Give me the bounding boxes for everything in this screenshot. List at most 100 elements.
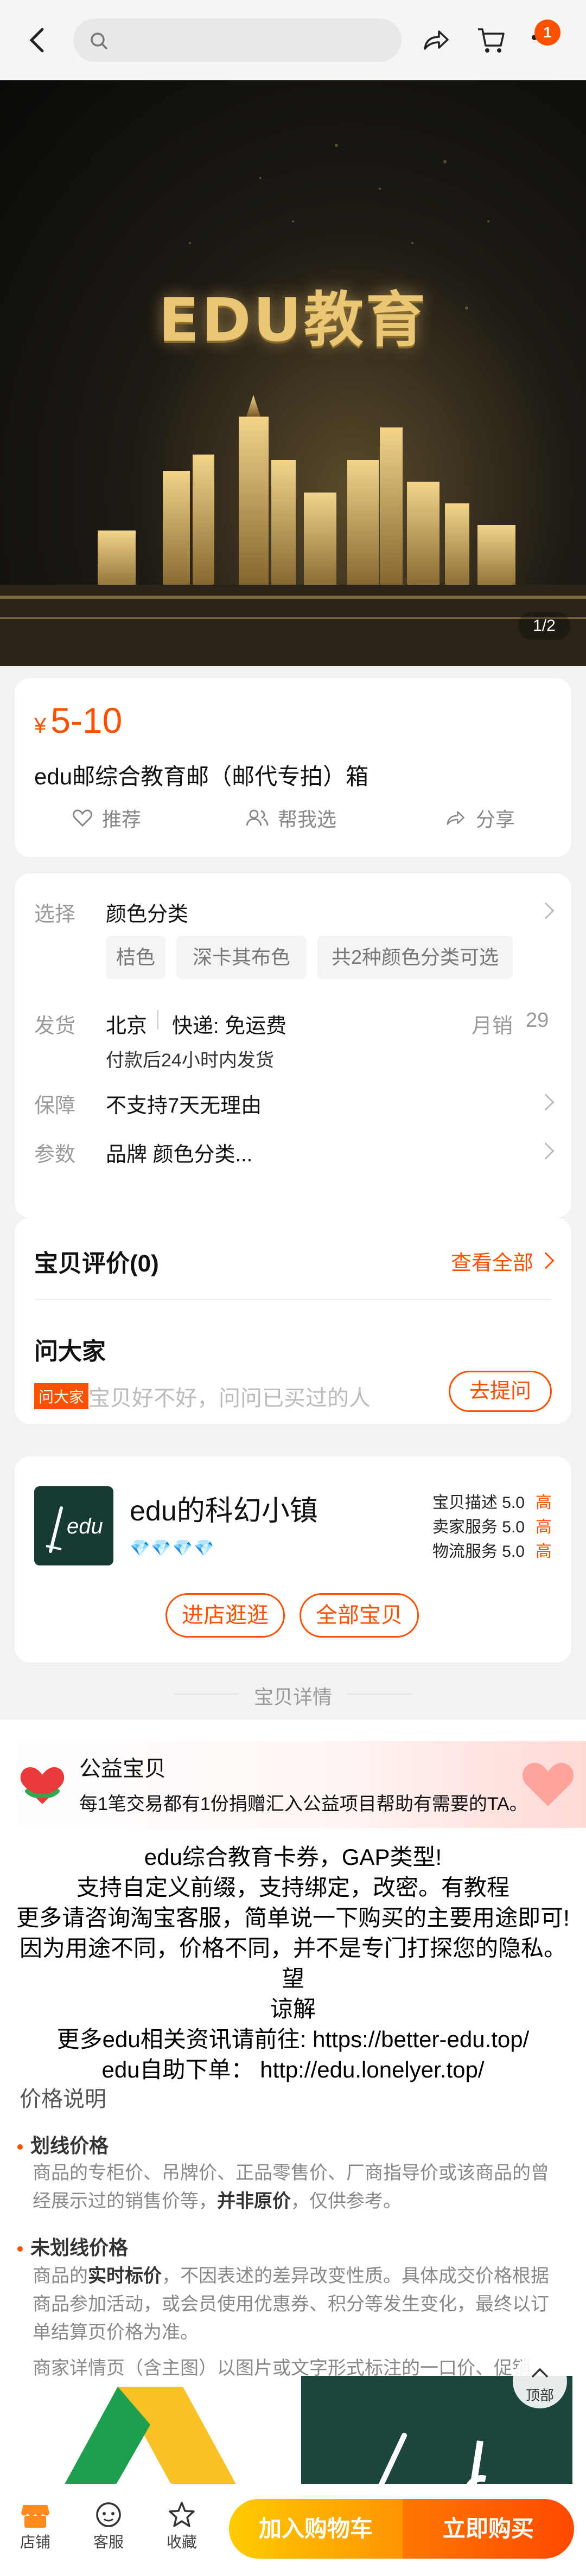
score-description: 宝贝描述 5.0 高 — [432, 1489, 552, 1513]
ship-time: 付款后24小时内发货 — [106, 1050, 274, 1071]
params-row[interactable]: 参数 品牌 颜色分类... — [15, 1131, 571, 1180]
score-value: 5.0 — [502, 1494, 525, 1512]
heart-icon — [73, 809, 92, 827]
specs-card: 选择 颜色分类 桔色 深卡其布色 共2种颜色分类可选 发货 北京 快递: 免运费… — [15, 873, 571, 1218]
current-price-text: 商品的实时标价，不因表述的差异改变性质。具体成交价格根据商品参加活动，或会员使用… — [33, 2262, 564, 2347]
qa-tag: 问大家 — [34, 1383, 89, 1409]
charity-description: 每1笔交易都有1份捐赠汇入公益项目帮助有需要的TA。 — [79, 1794, 528, 1814]
score-label: 宝贝描述 — [432, 1494, 498, 1512]
shop-card: edu edu的科幻小镇 💎💎💎💎 宝贝描述 5.0 高 卖家服务 5.0 高 物流… — [15, 1456, 571, 1663]
product-image[interactable]: EDU教育 — [0, 80, 586, 666]
all-products-button[interactable]: 全部宝贝 — [300, 1593, 419, 1638]
recommend-button[interactable]: 推荐 — [72, 804, 141, 832]
favorite-tab-label: 收藏 — [166, 2534, 197, 2551]
share-product-button[interactable]: 分享 — [443, 804, 515, 832]
ship-label: 发货 — [34, 1015, 76, 1038]
score-label: 物流服务 — [432, 1543, 498, 1561]
description-line: 更多请咨询淘宝客服，简单说一下购买的主要用途即可! — [16, 1905, 570, 1931]
service-tab[interactable]: 客服 — [79, 2499, 138, 2552]
explanation-bold: 实时标价 — [88, 2266, 162, 2286]
color-chips: 桔色 深卡其布色 共2种颜色分类可选 — [106, 936, 551, 979]
product-title: edu邮综合教育邮（邮代专拍）箱 — [34, 764, 369, 789]
share-label: 分享 — [476, 808, 515, 830]
sales-label: 月销 — [472, 1015, 513, 1038]
shop-logo[interactable]: edu — [34, 1486, 113, 1565]
add-to-cart-button[interactable]: 加入购物车 — [229, 2499, 403, 2559]
chevron-right-icon — [537, 1252, 555, 1269]
product-detail: 公益宝贝 每1笔交易都有1份捐赠汇入公益项目帮助有需要的TA。 edu综合教育卡… — [0, 1720, 586, 2509]
charity-heart-icon — [20, 1767, 65, 1804]
currency-symbol: ¥ — [34, 714, 47, 738]
chip-count[interactable]: 共2种颜色分类可选 — [317, 936, 513, 979]
score-level: 高 — [536, 1543, 552, 1561]
search-icon — [91, 33, 107, 49]
score-value: 5.0 — [502, 1518, 525, 1536]
sales-value: 29 — [526, 1009, 549, 1032]
back-button[interactable] — [24, 24, 51, 56]
ask-button[interactable]: 去提问 — [449, 1371, 552, 1412]
ship-city: 北京 — [106, 1015, 148, 1038]
select-label: 选择 — [34, 903, 76, 926]
shop-tab[interactable]: 店铺 — [5, 2499, 65, 2552]
image-counter: 1/2 — [518, 612, 570, 640]
description-text: edu综合教育卡券，GAP类型! 支持自定义前缀，支持绑定，改密。有教程 更多请… — [9, 1842, 577, 2085]
service-tab-label: 客服 — [93, 2534, 124, 2551]
recommend-label: 推荐 — [102, 808, 142, 830]
bottom-action-bar: 店铺 客服 收藏 加入购物车 立即购买 — [0, 2484, 586, 2576]
shop-tab-label: 店铺 — [20, 2534, 50, 2551]
help-choose-button[interactable]: 帮我选 — [245, 804, 336, 832]
search-input[interactable] — [73, 18, 402, 62]
favorite-tab[interactable]: 收藏 — [152, 2499, 212, 2552]
select-value: 颜色分类 — [106, 903, 189, 926]
divider — [347, 1693, 412, 1695]
explanation-text: ，仅供参考。 — [291, 2191, 402, 2211]
back-to-top-label: 顶部 — [525, 2387, 554, 2404]
customer-service-icon — [96, 2502, 121, 2527]
store-icon — [21, 2505, 49, 2528]
strikethrough-price-text: 商品的专柜价、吊牌价、正品零售价、厂商指导价或该商品的曾经展示过的销售价等，并非… — [33, 2159, 564, 2215]
guarantee-value: 不支持7天无理由 — [106, 1095, 262, 1117]
product-actions: 推荐 帮我选 分享 — [15, 804, 571, 836]
cart-button[interactable] — [475, 24, 507, 59]
shop-level-diamonds: 💎💎💎💎 — [130, 1539, 215, 1557]
cart-icon — [478, 28, 505, 53]
chevron-right-icon — [537, 902, 555, 919]
chevron-right-icon — [537, 1094, 555, 1111]
qa-hint: 宝贝好不好，问问已买过的人 — [88, 1386, 371, 1410]
select-row[interactable]: 选择 颜色分类 桔色 深卡其布色 共2种颜色分类可选 — [15, 873, 571, 979]
chevron-left-icon — [29, 28, 44, 53]
buy-now-button[interactable]: 立即购买 — [403, 2499, 574, 2559]
divider — [157, 1010, 158, 1030]
description-line: 因为用途不同，价格不同，并不是专门打探您的隐私。望 — [19, 1935, 566, 1991]
score-level: 高 — [536, 1494, 552, 1512]
heart-decoration-icon — [523, 1763, 574, 1806]
charity-title: 公益宝贝 — [79, 1757, 166, 1781]
arrow-up-icon — [531, 2368, 549, 2378]
view-all-link[interactable]: 查看全部 — [451, 1246, 533, 1276]
top-bar: 1 — [0, 0, 586, 80]
score-level: 高 — [536, 1518, 552, 1536]
description-line: 谅解 — [270, 1996, 316, 2022]
description-line[interactable]: edu自助下单： http://edu.lonelyer.top/ — [9, 2055, 577, 2085]
people-icon — [246, 809, 269, 826]
description-line: edu综合教育卡券，GAP类型! — [144, 1844, 442, 1870]
chip-khaki[interactable]: 深卡其布色 — [176, 936, 307, 979]
share-icon — [424, 30, 449, 50]
shop-name[interactable]: edu的科幻小镇 — [130, 1488, 318, 1529]
shop-logo-text: edu — [67, 1514, 103, 1538]
guarantee-row[interactable]: 保障 不支持7天无理由 — [15, 1082, 571, 1131]
current-price-heading: 未划线价格 — [17, 2232, 128, 2260]
score-value: 5.0 — [502, 1543, 525, 1561]
enter-shop-button[interactable]: 进店逛逛 — [165, 1593, 285, 1638]
detail-divider-label: 宝贝详情 — [253, 1686, 332, 1708]
description-line[interactable]: 更多edu相关资讯请前往: https://better-edu.top/ — [9, 2024, 577, 2055]
share-button[interactable] — [421, 25, 451, 58]
qa-title: 问大家 — [34, 1338, 106, 1365]
city-skyline-image — [0, 144, 586, 666]
score-logistics: 物流服务 5.0 高 — [432, 1538, 552, 1562]
divider — [34, 1299, 552, 1300]
charity-banner[interactable]: 公益宝贝 每1笔交易都有1份捐赠汇入公益项目帮助有需要的TA。 — [0, 1741, 586, 1828]
share-icon — [447, 811, 464, 825]
chip-orange[interactable]: 桔色 — [106, 936, 165, 979]
back-to-top-button[interactable]: 顶部 — [513, 2354, 567, 2408]
